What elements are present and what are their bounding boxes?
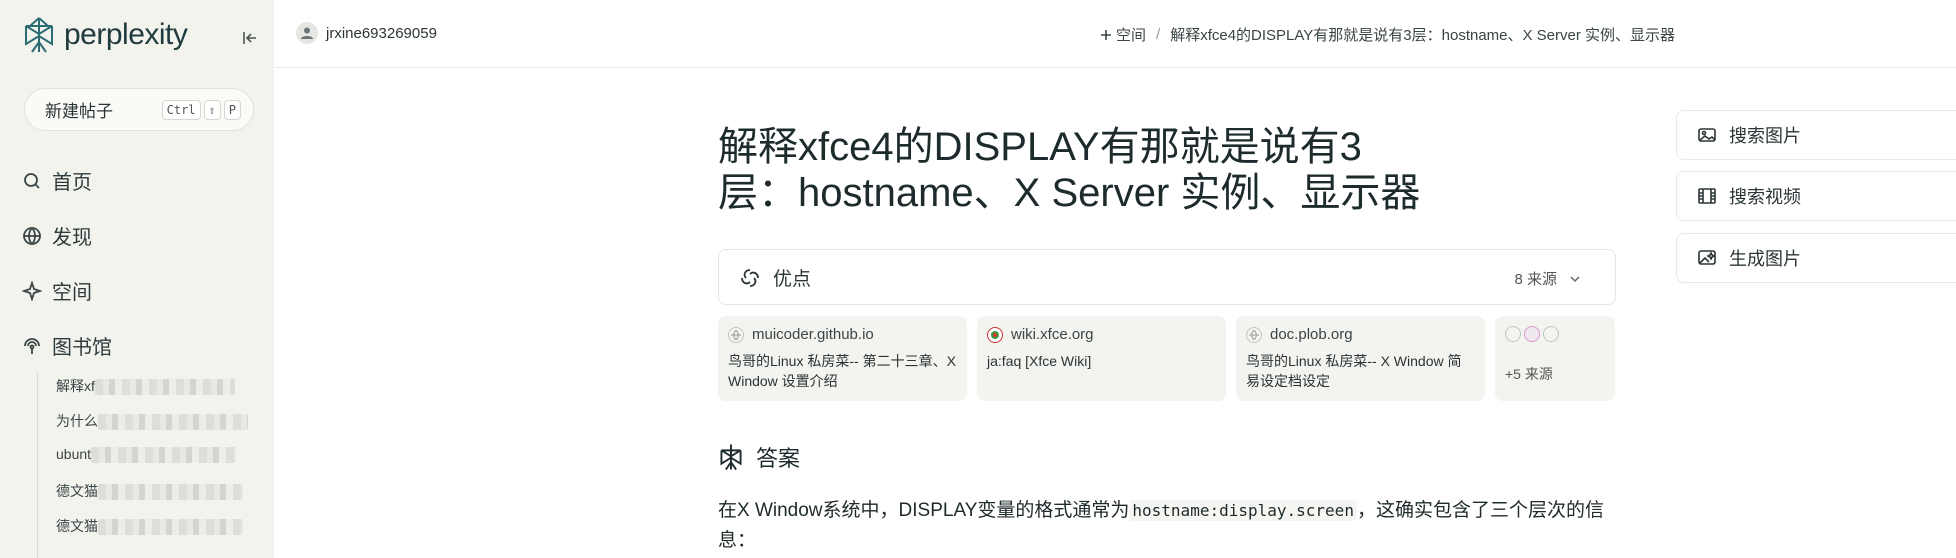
redacted-text	[98, 484, 243, 501]
sources-label: 优点	[773, 269, 812, 290]
nav-discover-label: 发现	[52, 227, 92, 249]
library-item[interactable]: ubunt	[56, 446, 237, 464]
sources-swirl-icon	[741, 268, 759, 287]
top-bar: jrxine693269059 空间 / 解释xfce4的DISPLAY有那就是…	[274, 0, 1956, 68]
sources-label-group: 优点	[739, 264, 811, 291]
xfce-favicon-icon	[987, 326, 1003, 343]
source-host: doc.plob.org	[1246, 326, 1475, 343]
breadcrumb: 空间 / 解释xfce4的DISPLAY有那就是说有3层：hostname、X …	[1100, 24, 1675, 45]
globe-icon	[728, 326, 744, 343]
collapse-left-icon	[243, 32, 256, 44]
breadcrumb-space[interactable]: 空间	[1100, 24, 1146, 45]
source-description: 鸟哥的Linux 私房菜-- 第二十三章、X Window 设置介绍	[728, 353, 956, 389]
globe-icon	[1246, 326, 1262, 343]
source-card[interactable]: muicoder.github.io 鸟哥的Linux 私房菜-- 第二十三章、…	[718, 316, 967, 401]
image-icon	[1698, 128, 1716, 142]
nav-discover[interactable]: 发现	[22, 221, 92, 250]
chevron-down-icon	[1570, 275, 1580, 282]
shortcut-keys: Ctrl ⇧ P	[161, 100, 241, 120]
library-item[interactable]: 为什么	[56, 411, 248, 431]
user-account[interactable]: jrxine693269059	[296, 22, 437, 44]
key-p: P	[223, 100, 241, 120]
source-host: muicoder.github.io	[728, 326, 957, 343]
library-item[interactable]: 德文猫	[56, 516, 243, 536]
new-post-button[interactable]: 新建帖子 Ctrl ⇧ P	[24, 88, 254, 131]
generate-image-button[interactable]: 生成图片	[1676, 233, 1956, 283]
sparkle-icon	[22, 280, 42, 301]
redacted-text	[91, 447, 237, 464]
more-sources-label: +5 来源	[1505, 366, 1553, 382]
breadcrumb-separator: /	[1156, 26, 1161, 43]
search-videos-button[interactable]: 搜索视频	[1676, 171, 1956, 221]
redacted-text	[98, 519, 243, 536]
redacted-text	[94, 379, 235, 396]
library-item[interactable]: 解释xf	[56, 376, 235, 396]
source-description: 鸟哥的Linux 私房菜-- X Window 简易设定档设定	[1246, 353, 1462, 389]
source-description: ja:faq [Xfce Wiki]	[987, 353, 1092, 369]
nav-library[interactable]: 图书馆	[22, 331, 112, 360]
perplexity-answer-icon	[720, 444, 742, 471]
nav-home[interactable]: 首页	[22, 166, 92, 195]
answer-paragraph: 在X Window系统中，DISPLAY变量的格式通常为 hostname:dis…	[718, 500, 1604, 551]
library-divider	[37, 372, 38, 558]
library-item[interactable]: 德文猫	[56, 481, 243, 501]
collapse-sidebar-button[interactable]	[238, 26, 262, 50]
nav-spaces-label: 空间	[52, 282, 92, 304]
source-host: wiki.xfce.org	[987, 326, 1216, 343]
avatar	[296, 22, 318, 44]
perplexity-logo-icon	[25, 17, 53, 53]
answer-heading: 答案	[718, 441, 800, 473]
search-icon	[24, 172, 40, 189]
source-card[interactable]: wiki.xfce.org ja:faq [Xfce Wiki]	[977, 316, 1226, 401]
site-favicon-icon	[1524, 326, 1540, 342]
more-sources-icons	[1505, 326, 1605, 342]
perplexity-logo[interactable]: perplexity	[22, 16, 188, 54]
source-card[interactable]: doc.plob.org 鸟哥的Linux 私房菜-- X Window 简易设…	[1236, 316, 1485, 401]
sources-count[interactable]: 8 来源	[1514, 268, 1581, 289]
logo-text: perplexity	[64, 18, 188, 51]
user-icon	[301, 27, 313, 39]
sources-bar[interactable]: 优点 8 来源	[718, 249, 1616, 305]
nav-home-label: 首页	[52, 172, 92, 194]
inline-code: hostname:display.screen	[1129, 500, 1357, 521]
film-icon	[1698, 188, 1716, 204]
new-post-label: 新建帖子	[45, 102, 113, 121]
library-icon	[24, 337, 40, 354]
breadcrumb-title: 解释xfce4的DISPLAY有那就是说有3层：hostname、X Serve…	[1170, 27, 1676, 44]
nav-library-label: 图书馆	[52, 337, 112, 359]
page-title: 解释xfce4的DISPLAY有那就是说有3层：hostname、X Serve…	[718, 125, 1421, 215]
image-sparkle-icon	[1698, 250, 1716, 265]
search-images-button[interactable]: 搜索图片	[1676, 110, 1956, 160]
key-shift: ⇧	[203, 100, 221, 120]
redacted-text	[98, 414, 248, 431]
plus-icon	[1101, 29, 1111, 40]
username: jrxine693269059	[326, 24, 437, 42]
globe-icon	[23, 226, 41, 245]
more-sources-card[interactable]: +5 来源	[1495, 316, 1615, 401]
nav-spaces[interactable]: 空间	[22, 276, 92, 305]
globe-icon	[1543, 326, 1559, 342]
key-ctrl: Ctrl	[161, 100, 201, 120]
sidebar: perplexity 新建帖子 Ctrl ⇧ P 首页 发现 空间 图书馆 解释…	[0, 0, 274, 558]
globe-icon	[1505, 326, 1521, 342]
